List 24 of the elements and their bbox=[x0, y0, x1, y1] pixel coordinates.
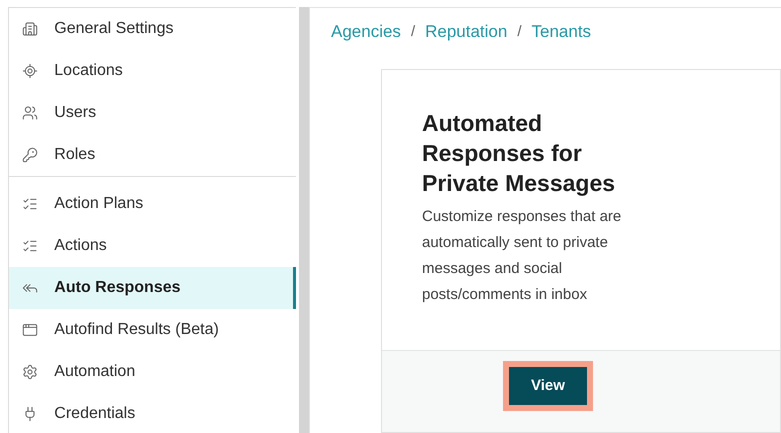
sidebar-item[interactable]: Automation bbox=[9, 351, 296, 393]
users-icon bbox=[22, 105, 38, 121]
building-icon bbox=[22, 21, 38, 37]
sidebar-item[interactable]: Locations bbox=[9, 50, 296, 92]
checklist-icon bbox=[22, 238, 38, 254]
sidebar-item[interactable]: General Settings bbox=[9, 8, 296, 50]
sidebar-item[interactable]: Actions bbox=[9, 225, 296, 267]
target-icon bbox=[22, 63, 38, 79]
scrollbar[interactable] bbox=[299, 7, 309, 433]
checklist-icon bbox=[22, 196, 38, 212]
breadcrumb-separator: / bbox=[410, 22, 416, 42]
sidebar-item[interactable]: Credentials bbox=[9, 393, 296, 433]
sidebar-item[interactable]: Roles bbox=[9, 134, 296, 176]
key-icon bbox=[22, 147, 38, 163]
sidebar-item[interactable]: Autofind Results (Beta) bbox=[9, 309, 296, 351]
sidebar-item[interactable]: Action Plans bbox=[9, 183, 296, 225]
gear-icon bbox=[22, 364, 38, 380]
view-button[interactable]: View bbox=[509, 367, 587, 405]
breadcrumb-separator: / bbox=[517, 22, 522, 42]
browser-window-icon bbox=[22, 322, 38, 338]
card-description: Customize responses that are automatically sent to private messages and social posts/comments in inbox bbox=[422, 206, 622, 304]
sidebar-item[interactable]: Users bbox=[9, 92, 296, 134]
sidebar-item[interactable]: Auto Responses bbox=[9, 267, 296, 309]
card-title: Automated Responses for Private Messages bbox=[422, 108, 616, 198]
